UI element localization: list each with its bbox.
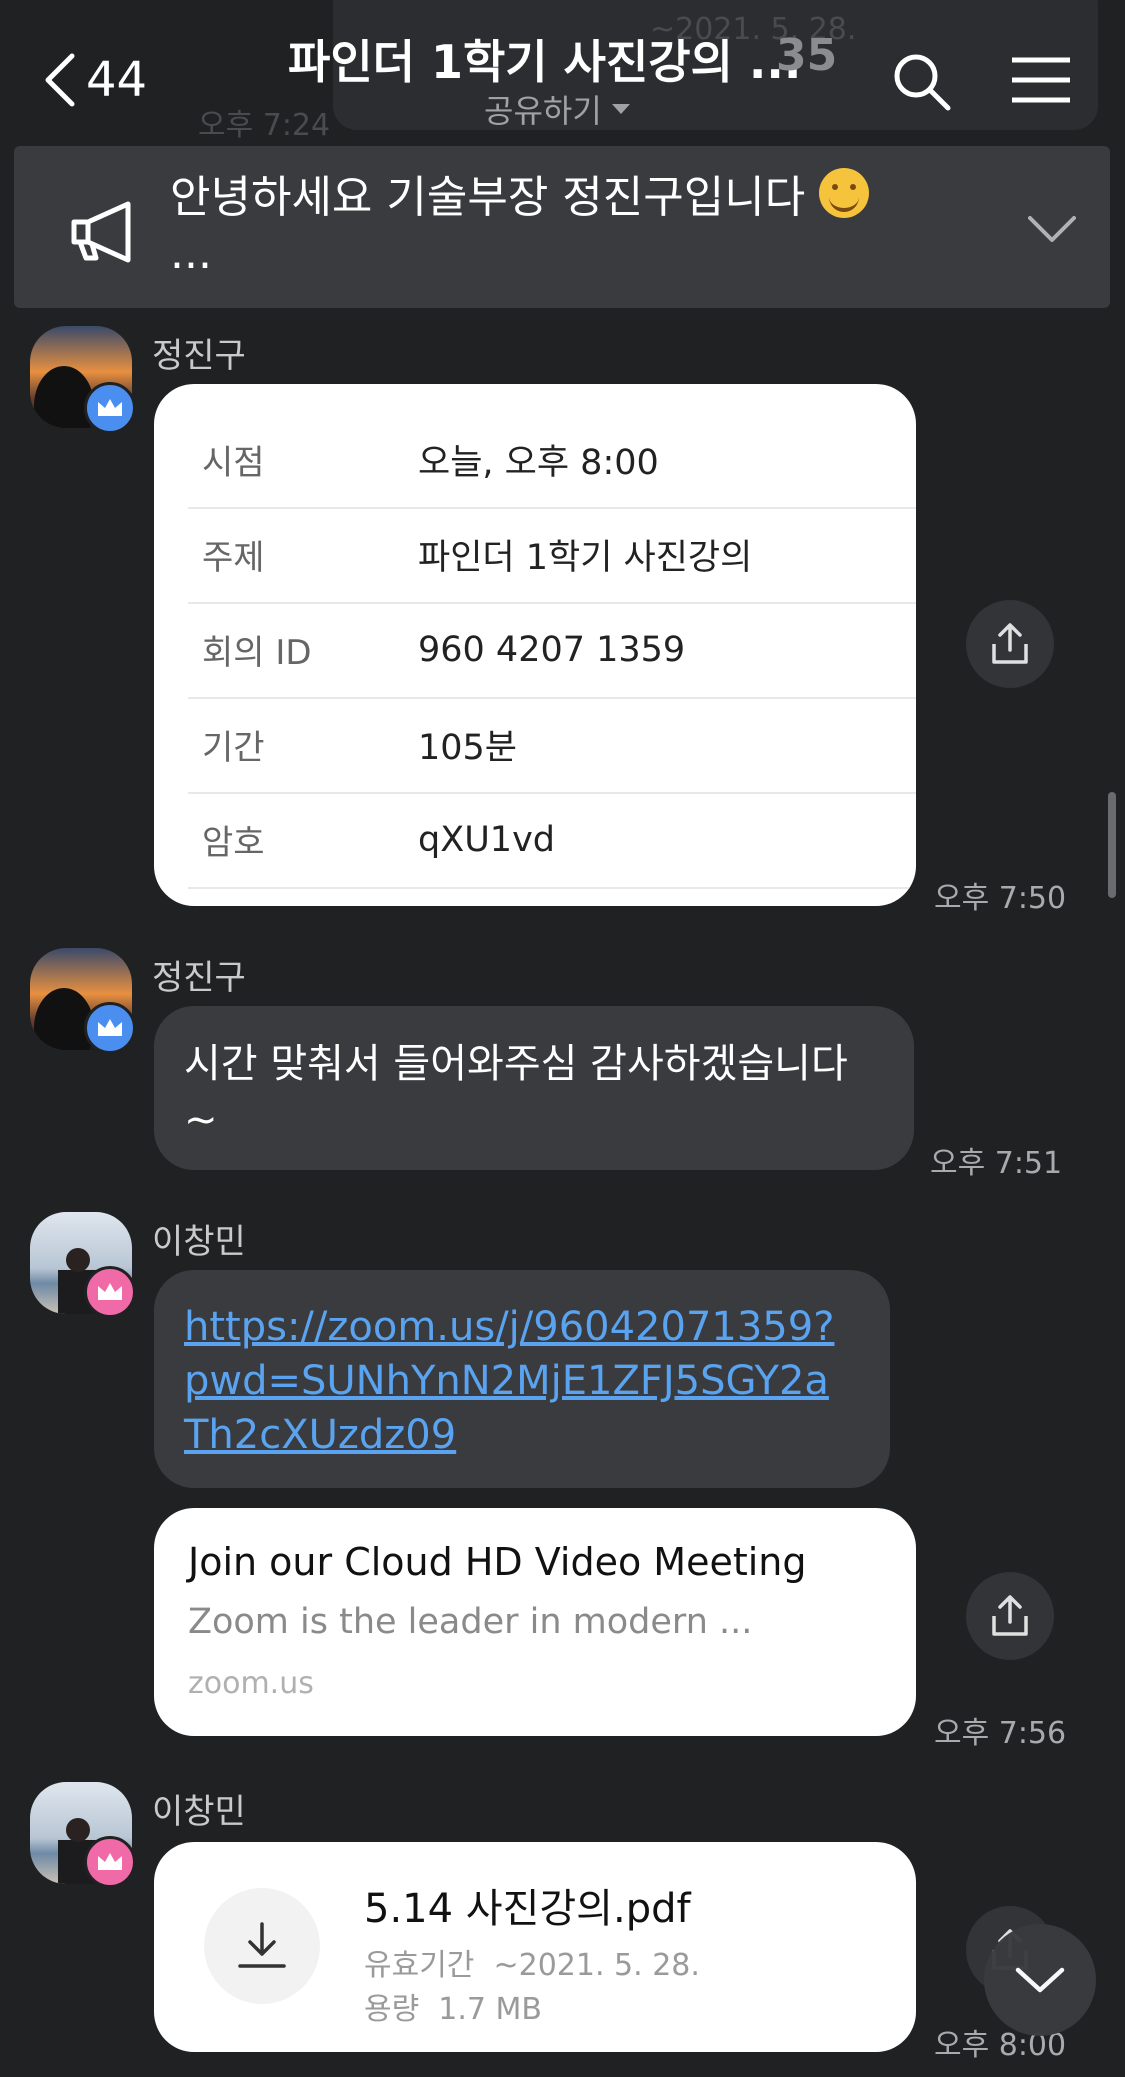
sender-name: 이창민	[152, 1222, 246, 1262]
link-preview-card[interactable]: Join our Cloud HD Video Meeting Zoom is …	[154, 1508, 916, 1736]
ghost-time: 오후 7:24	[198, 108, 331, 143]
chat-title[interactable]: 파인더 1학기 사진강의 ...	[288, 26, 801, 92]
zoom-row: 암호 qXU1vd	[188, 792, 916, 889]
link-bubble[interactable]: https://zoom.us/j/96042071359? pwd=SUNhY…	[154, 1270, 890, 1488]
notice-line1: 안녕하세요 기술부장 정진구입니다	[170, 172, 806, 223]
crown-icon	[98, 1283, 122, 1300]
chat-header: 오후 7:24 ~2021. 5. 28. 44 파인더 1학기 사진강의 ..…	[0, 0, 1125, 143]
zoom-row-label: 기간	[202, 728, 265, 768]
message-text: 시간 맞춰서 들어와주심 감사하겠습니다 ~	[184, 1036, 848, 1148]
menu-icon[interactable]	[1010, 55, 1072, 105]
zoom-row-label: 주제	[202, 538, 265, 578]
zoom-row-label: 시점	[202, 443, 265, 483]
notice-text: 안녕하세요 기술부장 정진구입니다 ...	[170, 168, 870, 282]
search-icon[interactable]	[890, 50, 954, 114]
crown-icon	[98, 399, 122, 416]
file-size: 용량 1.7 MB	[364, 1984, 542, 2028]
share-icon	[992, 1595, 1028, 1636]
chevron-down-icon	[1015, 1967, 1065, 1993]
zoom-row-value: 파인더 1학기 사진강의	[418, 538, 753, 578]
notice-line2: ...	[170, 228, 212, 279]
zoom-row-value: 오늘, 오후 8:00	[418, 443, 659, 483]
zoom-row: 회의 ID 960 4207 1359	[188, 602, 916, 699]
zoom-link[interactable]: https://zoom.us/j/96042071359? pwd=SUNhY…	[184, 1300, 834, 1462]
caret-down-icon	[611, 104, 630, 114]
file-expiry: 유효기간 ~2021. 5. 28.	[364, 1940, 700, 1984]
link-line: pwd=SUNhYnN2MjE1ZFJ5SGY2a	[184, 1358, 829, 1404]
preview-title: Join our Cloud HD Video Meeting	[188, 1540, 807, 1584]
zoom-row: 시점 오늘, 오후 8:00	[188, 412, 916, 509]
share-button[interactable]	[966, 600, 1054, 688]
unread-count: 44	[86, 52, 148, 108]
zoom-row: 기간 105분	[188, 697, 916, 794]
zoom-row-value: qXU1vd	[418, 819, 556, 860]
megaphone-icon	[71, 201, 131, 263]
file-card[interactable]: 5.14 사진강의.pdf 유효기간 ~2021. 5. 28. 용량 1.7 …	[154, 1842, 916, 2052]
scroll-to-bottom-button[interactable]	[984, 1924, 1096, 2036]
link-line: https://zoom.us/j/96042071359?	[184, 1304, 835, 1350]
zoom-row-value: 960 4207 1359	[418, 629, 686, 670]
admin-badge	[84, 1002, 136, 1054]
zoom-row-label: 암호	[202, 823, 265, 863]
notice-banner[interactable]: 안녕하세요 기술부장 정진구입니다 ...	[14, 146, 1110, 308]
share-label: 공유하기	[484, 92, 602, 130]
member-count: 35	[776, 30, 838, 81]
message-time: 오후 7:51	[930, 1146, 1063, 1181]
share-dropdown[interactable]: 공유하기	[484, 86, 630, 132]
member-badge	[84, 1266, 136, 1318]
scrollbar-thumb[interactable]	[1108, 792, 1116, 898]
message-time: 오후 7:56	[934, 1716, 1067, 1751]
zoom-info-card[interactable]: 시점 오늘, 오후 8:00 주제 파인더 1학기 사진강의 회의 ID 960…	[154, 384, 916, 906]
expiry-value: ~2021. 5. 28.	[493, 1948, 700, 1983]
size-value: 1.7 MB	[438, 1992, 542, 2027]
preview-domain: zoom.us	[188, 1666, 314, 1701]
zoom-row-label: 회의 ID	[202, 633, 312, 673]
message-line2: ~	[184, 1097, 218, 1143]
preview-description: Zoom is the leader in modern ...	[188, 1602, 753, 1642]
link-line: Th2cXUzdz09	[184, 1412, 457, 1458]
chevron-down-icon[interactable]	[1026, 214, 1078, 244]
crown-icon	[98, 1853, 122, 1870]
download-icon	[238, 1922, 286, 1968]
message-line1: 시간 맞춰서 들어와주심 감사하겠습니다	[184, 1041, 848, 1087]
share-button[interactable]	[966, 1572, 1054, 1660]
crown-icon	[98, 1019, 122, 1036]
member-badge	[84, 1836, 136, 1888]
file-name: 5.14 사진강의.pdf	[364, 1886, 691, 1932]
size-label: 용량	[364, 1992, 420, 2027]
message-time: 오후 7:50	[934, 881, 1067, 916]
back-button[interactable]: 44	[40, 50, 160, 110]
sender-name: 이창민	[152, 1792, 246, 1832]
zoom-row: 주제 파인더 1학기 사진강의	[188, 507, 916, 604]
share-icon	[992, 623, 1028, 664]
smiling-emoji-icon	[819, 168, 870, 218]
chevron-left-icon	[45, 53, 75, 107]
download-button[interactable]	[204, 1888, 320, 2004]
zoom-row-value: 105분	[418, 728, 518, 768]
text-bubble[interactable]: 시간 맞춰서 들어와주심 감사하겠습니다 ~	[154, 1006, 914, 1170]
sender-name: 정진구	[152, 958, 246, 998]
expiry-label: 유효기간	[364, 1948, 475, 1983]
admin-badge	[84, 382, 136, 434]
sender-name: 정진구	[152, 336, 246, 376]
